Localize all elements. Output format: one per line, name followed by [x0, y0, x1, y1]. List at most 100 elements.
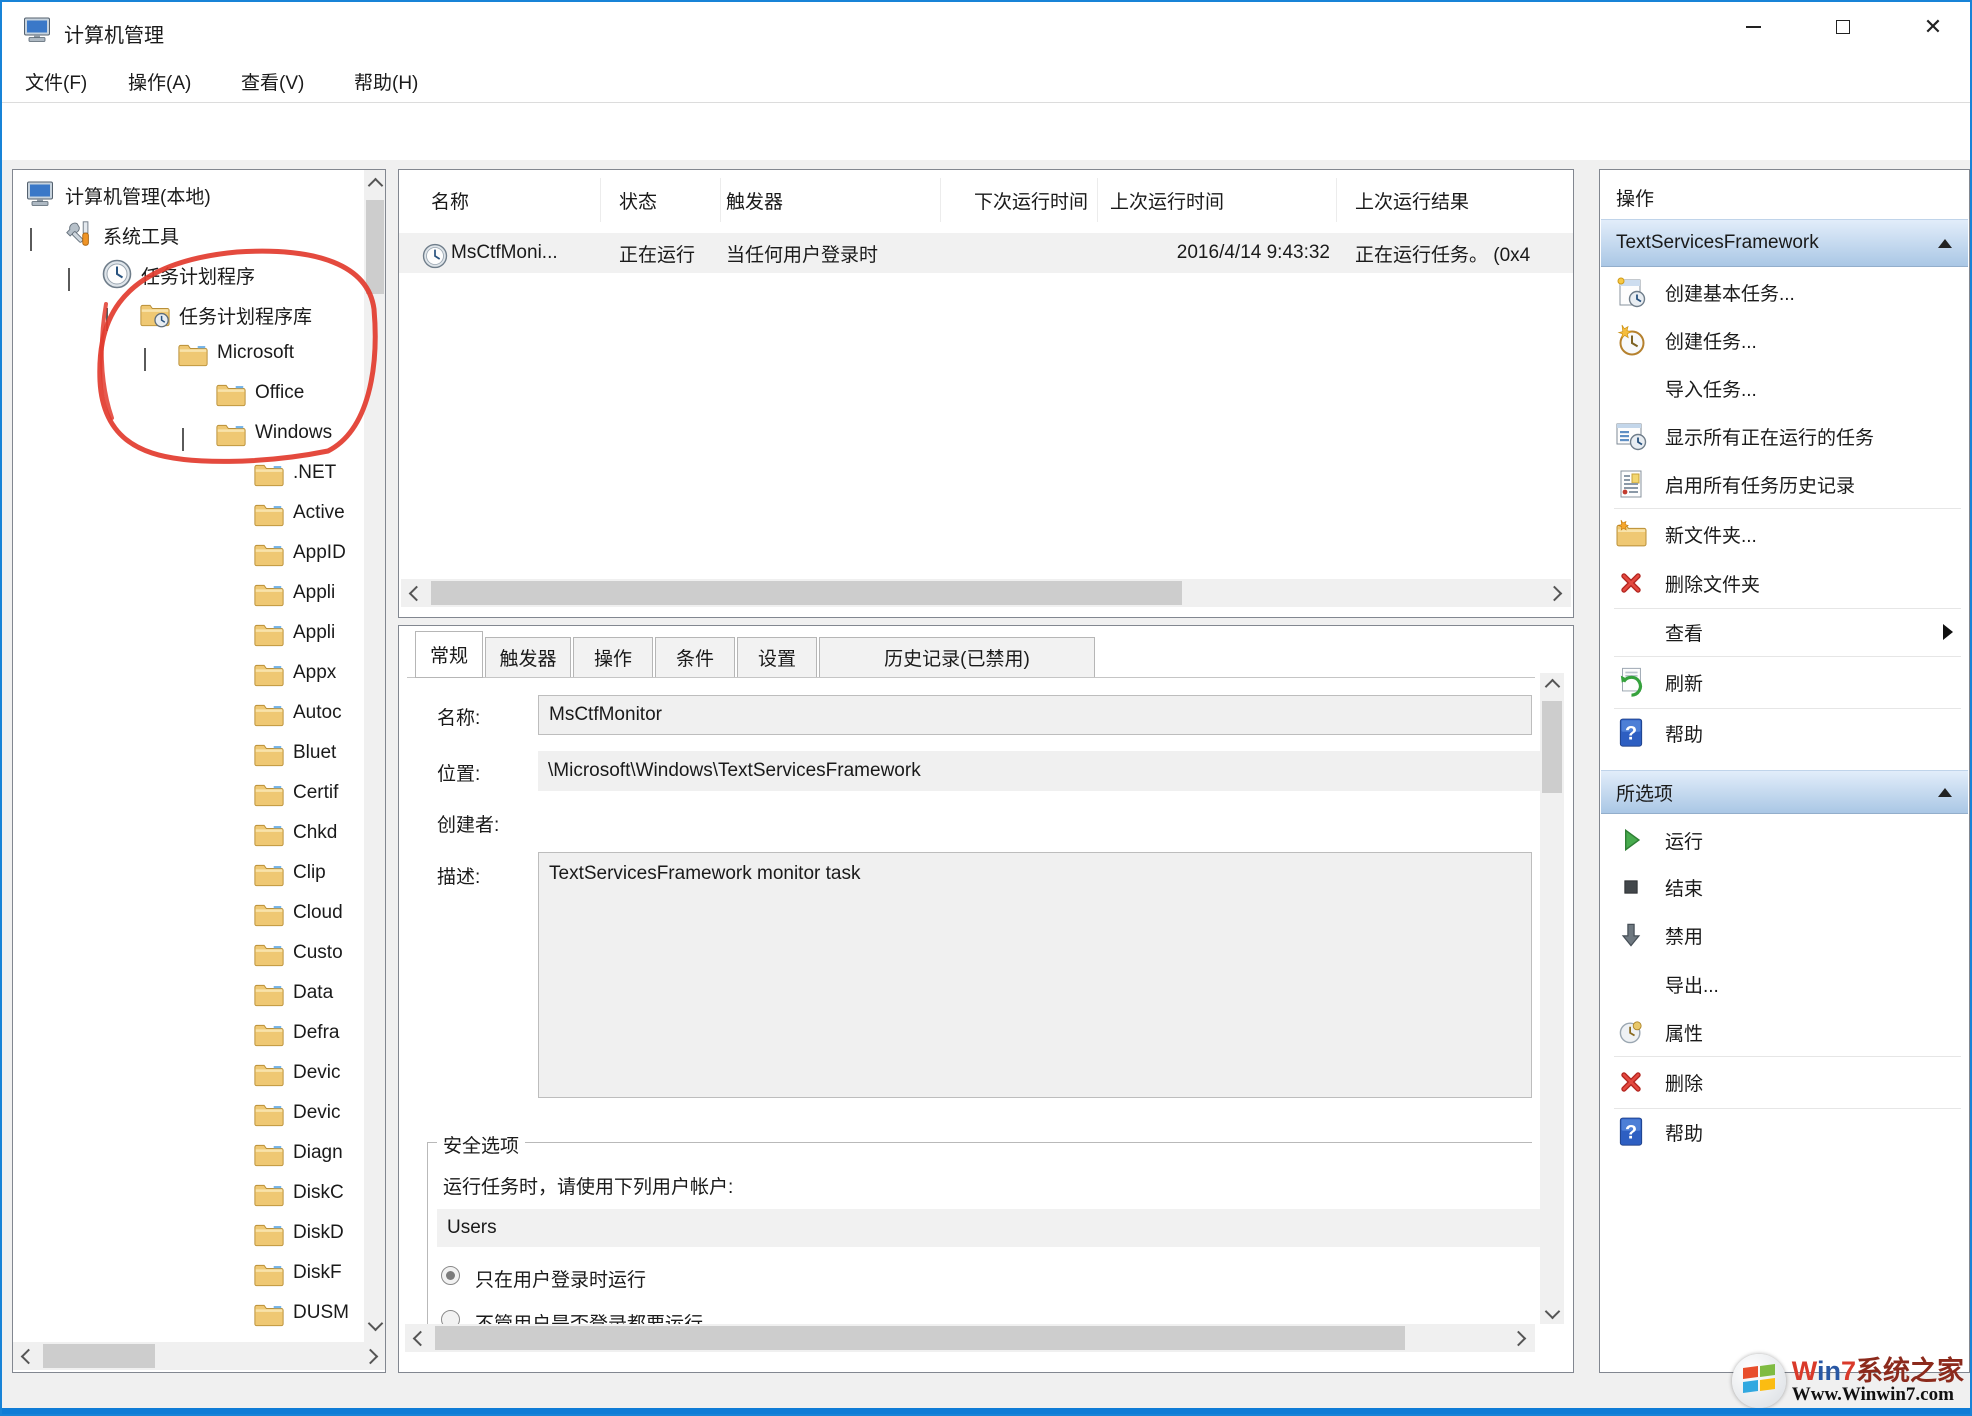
chevron-down-icon[interactable] — [68, 268, 70, 291]
menu-item-帮助-h[interactable]: 帮助(H) — [354, 68, 418, 95]
column-header-上次运行结果[interactable]: 上次运行结果 — [1355, 182, 1555, 218]
details-scroll-up-button[interactable] — [1540, 673, 1564, 699]
tree-item-diskd[interactable]: DiskD — [13, 1214, 363, 1254]
action-section-header-textservicesframework[interactable]: TextServicesFramework — [1601, 219, 1968, 267]
action-item-查看[interactable]: 查看 — [1601, 609, 1967, 655]
tree-item-label: DiskC — [293, 1182, 344, 1203]
tab-操作[interactable]: 操作 — [573, 637, 653, 678]
chevron-down-icon[interactable] — [30, 228, 32, 251]
tree-item-diskf[interactable]: DiskF — [13, 1254, 363, 1294]
tree-item-系统工具[interactable]: 系统工具 — [13, 214, 363, 254]
action-item-导入任务[interactable]: 导入任务... — [1601, 365, 1967, 411]
minimize-button[interactable] — [1724, 4, 1782, 50]
list-scroll-left-button[interactable] — [403, 581, 429, 605]
action-item-属性[interactable]: 属性 — [1601, 1009, 1967, 1055]
tree-scroll-right-button[interactable] — [357, 1344, 383, 1368]
action-item-帮助[interactable]: ? 帮助 — [1601, 710, 1967, 756]
watermark-brand-part: in — [1816, 1355, 1841, 1386]
column-header-名称[interactable]: 名称 — [431, 182, 591, 218]
details-scroll-right-button[interactable] — [1505, 1326, 1531, 1350]
action-item-帮助[interactable]: ? 帮助 — [1601, 1109, 1967, 1155]
close-button[interactable]: ✕ — [1904, 4, 1962, 50]
tree-item-appli[interactable]: Appli — [13, 614, 363, 654]
tree-item-certif[interactable]: Certif — [13, 774, 363, 814]
action-item-创建基本任务[interactable]: 创建基本任务... — [1601, 269, 1967, 315]
action-item-删除[interactable]: 删除 — [1601, 1059, 1967, 1105]
action-item-创建任务[interactable]: 创建任务... — [1601, 317, 1967, 363]
action-item-新文件夹[interactable]: 新文件夹... — [1601, 511, 1967, 557]
column-header-上次运行时间[interactable]: 上次运行时间 — [1110, 182, 1330, 218]
tree-item-dusm[interactable]: DUSM — [13, 1294, 363, 1334]
tree-item-custo[interactable]: Custo — [13, 934, 363, 974]
tree-item-clip[interactable]: Clip — [13, 854, 363, 894]
tree-hscroll-thumb[interactable] — [43, 1344, 155, 1368]
tree-item-appli[interactable]: Appli — [13, 574, 363, 614]
maximize-button[interactable] — [1814, 4, 1872, 50]
action-item-显示所有正在运行的任务[interactable]: 显示所有正在运行的任务 — [1601, 413, 1967, 459]
action-separator — [1614, 656, 1961, 657]
tab-常规[interactable]: 常规 — [415, 631, 483, 678]
tree-item-devic[interactable]: Devic — [13, 1054, 363, 1094]
action-section-header-所选项[interactable]: 所选项 — [1601, 770, 1968, 814]
tree-item-diagn[interactable]: Diagn — [13, 1134, 363, 1174]
menu-item-查看-v[interactable]: 查看(V) — [241, 68, 304, 95]
tree-scroll-down-button[interactable] — [364, 1310, 385, 1336]
tree-item-chkd[interactable]: Chkd — [13, 814, 363, 854]
tree-item-net[interactable]: .NET — [13, 454, 363, 494]
menu-item-文件-f[interactable]: 文件(F) — [25, 68, 87, 95]
chevron-down-icon[interactable] — [144, 348, 146, 371]
radio-run-only-logged-on[interactable] — [441, 1266, 460, 1285]
tree-item-windows[interactable]: Windows — [13, 414, 363, 454]
refresh-icon — [1613, 664, 1649, 700]
column-header-状态[interactable]: 状态 — [619, 182, 714, 218]
details-hscroll-thumb[interactable] — [435, 1326, 1405, 1350]
tree-item-bluet[interactable]: Bluet — [13, 734, 363, 774]
tree-item-cloud[interactable]: Cloud — [13, 894, 363, 934]
tree-item-devic[interactable]: Devic — [13, 1094, 363, 1134]
tree-scroll-up-button[interactable] — [364, 172, 385, 198]
action-item-结束[interactable]: 结束 — [1601, 864, 1967, 910]
action-item-禁用[interactable]: 禁用 — [1601, 912, 1967, 958]
tree-item-label: Custo — [293, 942, 343, 963]
tree-item-任务计划程序库[interactable]: 任务计划程序库 — [13, 294, 363, 334]
folder-icon — [253, 459, 285, 489]
list-hscroll-thumb[interactable] — [431, 581, 1182, 605]
tree-scroll-left-button[interactable] — [15, 1344, 41, 1368]
tree-item-diskc[interactable]: DiskC — [13, 1174, 363, 1214]
action-item-运行[interactable]: 运行 — [1601, 817, 1967, 863]
action-item-刷新[interactable]: 刷新 — [1601, 659, 1967, 705]
column-header-下次运行时间[interactable]: 下次运行时间 — [860, 182, 1088, 218]
tree-item-microsoft[interactable]: Microsoft — [13, 334, 363, 374]
chevron-right-icon — [1546, 585, 1562, 601]
details-vscroll-thumb[interactable] — [1542, 701, 1562, 793]
tab-历史记录-已禁用[interactable]: 历史记录(已禁用) — [819, 637, 1095, 678]
chevron-down-icon[interactable] — [182, 428, 184, 451]
menu-item-操作-a[interactable]: 操作(A) — [128, 68, 191, 95]
action-item-删除文件夹[interactable]: 删除文件夹 — [1601, 560, 1967, 606]
details-scroll-left-button[interactable] — [407, 1326, 433, 1350]
tree-item-计算机管理-本地[interactable]: 计算机管理(本地) — [13, 174, 363, 214]
tab-条件[interactable]: 条件 — [655, 637, 735, 678]
tree-item-label: .NET — [293, 462, 337, 483]
tree-item-office[interactable]: Office — [13, 374, 363, 414]
tree-item-appx[interactable]: Appx — [13, 654, 363, 694]
folder-icon — [253, 779, 285, 809]
action-item-启用所有任务历史记录[interactable]: 启用所有任务历史记录 — [1601, 461, 1967, 507]
action-item-导出[interactable]: 导出... — [1601, 961, 1967, 1007]
list-scroll-right-button[interactable] — [1541, 581, 1567, 605]
tree-item-autoc[interactable]: Autoc — [13, 694, 363, 734]
details-scroll-down-button[interactable] — [1540, 1298, 1564, 1324]
action-separator — [1614, 1056, 1961, 1057]
tree-item-active[interactable]: Active — [13, 494, 363, 534]
tree-item-appid[interactable]: AppID — [13, 534, 363, 574]
tree-vscroll-thumb[interactable] — [366, 200, 384, 294]
tree-item-defra[interactable]: Defra — [13, 1014, 363, 1054]
tree-item-data[interactable]: Data — [13, 974, 363, 1014]
tab-设置[interactable]: 设置 — [737, 637, 817, 678]
tree-item-任务计划程序[interactable]: 任务计划程序 — [13, 254, 363, 294]
tree-vscrollbar[interactable] — [364, 170, 385, 1342]
task-row-msctfmoni[interactable]: MsCtfMoni... 正在运行 当任何用户登录时 2016/4/14 9:43:3… — [399, 233, 1573, 273]
chevron-down-icon[interactable] — [106, 308, 108, 331]
folder-icon — [177, 339, 209, 369]
tab-触发器[interactable]: 触发器 — [485, 637, 571, 678]
